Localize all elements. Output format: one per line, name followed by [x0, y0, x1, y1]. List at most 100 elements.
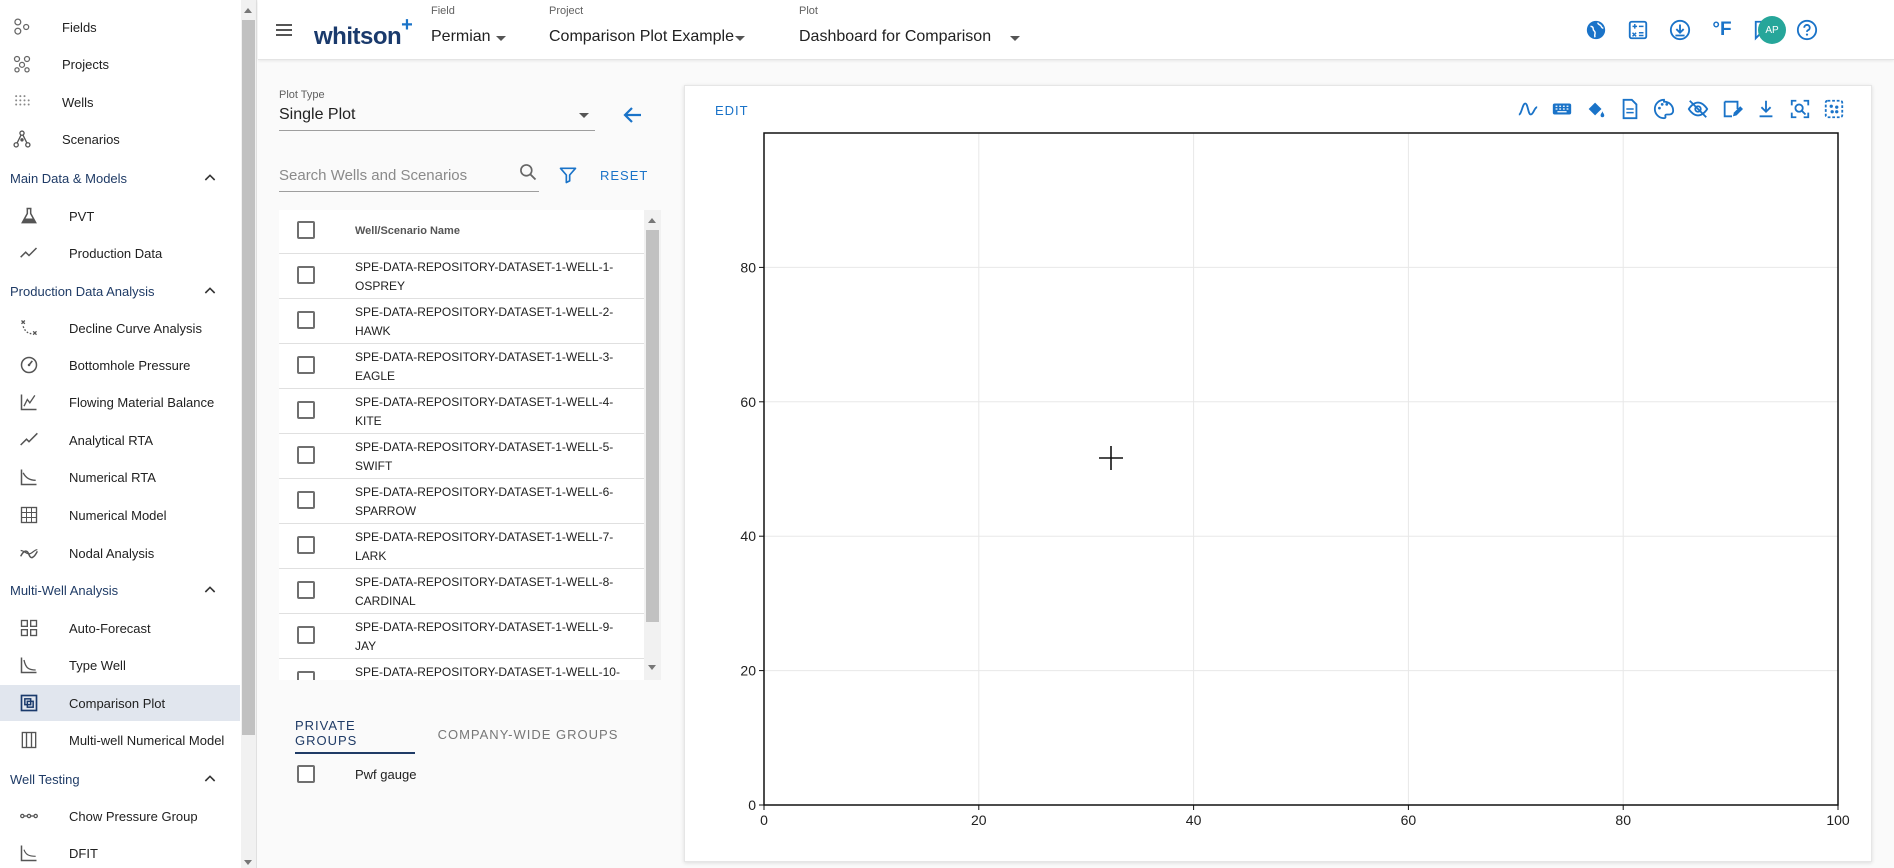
curve-icon[interactable] — [1516, 97, 1540, 121]
table-row[interactable]: SPE-DATA-REPOSITORY-DATASET-1-WELL-9-JAY — [279, 614, 644, 659]
select-all-checkbox[interactable] — [297, 221, 315, 239]
section-main-data-models[interactable]: Main Data & Models — [0, 163, 240, 193]
chevron-up-icon[interactable] — [202, 771, 218, 787]
table-row[interactable]: SPE-DATA-REPOSITORY-DATASET-1-WELL-4-KIT… — [279, 389, 644, 434]
table-row[interactable]: SPE-DATA-REPOSITORY-DATASET-1-WELL-10- — [279, 659, 644, 680]
sidebar-item-flowing-material-balance[interactable]: Flowing Material Balance — [0, 384, 240, 420]
row-checkbox[interactable] — [297, 311, 315, 329]
chevron-up-icon[interactable] — [202, 582, 218, 598]
table-row[interactable]: SPE-DATA-REPOSITORY-DATASET-1-WELL-8-CAR… — [279, 569, 644, 614]
search-icon[interactable] — [518, 162, 538, 182]
table-row[interactable]: SPE-DATA-REPOSITORY-DATASET-1-WELL-2-HAW… — [279, 299, 644, 344]
reset-button[interactable]: RESET — [600, 168, 648, 183]
edit-button[interactable]: EDIT — [715, 103, 749, 118]
scrollbar-thumb[interactable] — [242, 20, 255, 735]
row-checkbox[interactable] — [297, 401, 315, 419]
chevron-up-icon[interactable] — [202, 283, 218, 299]
table-scrollbar[interactable] — [644, 210, 661, 680]
table-row[interactable]: SPE-DATA-REPOSITORY-DATASET-1-WELL-7-LAR… — [279, 524, 644, 569]
comparison-plot-icon — [18, 692, 40, 714]
calculator-icon[interactable] — [1626, 18, 1650, 42]
avatar[interactable]: AP — [1758, 16, 1786, 44]
menu-icon[interactable] — [274, 20, 294, 40]
section-well-testing[interactable]: Well Testing — [0, 764, 240, 794]
table-row[interactable]: SPE-DATA-REPOSITORY-DATASET-1-WELL-5-SWI… — [279, 434, 644, 479]
tab-company-wide-groups[interactable]: COMPANY-WIDE GROUPS — [433, 714, 623, 754]
row-checkbox[interactable] — [297, 536, 315, 554]
sidebar-scrollbar[interactable] — [241, 0, 256, 868]
tab-private-groups[interactable]: PRIVATE GROUPS — [295, 714, 415, 754]
sidebar-item-dfit[interactable]: DFIT — [0, 835, 240, 868]
sidebar-item-wells[interactable]: Wells — [0, 84, 240, 120]
sidebar-item-projects[interactable]: Projects — [0, 46, 240, 82]
project-selector[interactable]: Project Comparison Plot Example — [549, 4, 749, 54]
download-circle-icon[interactable] — [1668, 18, 1692, 42]
row-checkbox[interactable] — [297, 671, 315, 680]
well-name: SPE-DATA-REPOSITORY-DATASET-1-WELL-6-SPA… — [355, 485, 614, 518]
row-checkbox[interactable] — [297, 491, 315, 509]
table-row[interactable]: SPE-DATA-REPOSITORY-DATASET-1-WELL-6-SPA… — [279, 479, 644, 524]
well-name: SPE-DATA-REPOSITORY-DATASET-1-WELL-10- — [355, 665, 620, 679]
row-checkbox[interactable] — [297, 266, 315, 284]
download-icon[interactable] — [1754, 97, 1778, 121]
sidebar-item-fields[interactable]: Fields — [0, 9, 240, 45]
sidebar-item-production-data[interactable]: Production Data — [0, 235, 240, 271]
scroll-up-arrow-icon[interactable] — [648, 218, 656, 223]
list-item[interactable]: Pwf gauge — [279, 762, 661, 786]
chevron-up-icon[interactable] — [202, 170, 218, 186]
fill-color-icon[interactable] — [1584, 97, 1608, 121]
table-row[interactable]: SPE-DATA-REPOSITORY-DATASET-1-WELL-1-OSP… — [279, 254, 644, 299]
sidebar-item-bottomhole-pressure[interactable]: Bottomhole Pressure — [0, 347, 240, 383]
scroll-up-arrow-icon[interactable] — [244, 8, 252, 13]
sidebar-item-auto-forecast[interactable]: Auto-Forecast — [0, 610, 240, 646]
sidebar-item-type-well[interactable]: Type Well — [0, 647, 240, 683]
comparison-chart[interactable]: 0 20 40 60 80 100 0 20 40 60 80 — [685, 86, 1873, 863]
help-icon[interactable] — [1795, 18, 1819, 42]
globe-icon[interactable] — [1584, 18, 1608, 42]
sidebar-item-chow-pressure-group[interactable]: Chow Pressure Group — [0, 798, 240, 834]
sidebar-item-label: Numerical Model — [69, 507, 167, 523]
row-checkbox[interactable] — [297, 626, 315, 644]
chow-pressure-icon — [18, 805, 40, 827]
section-production-data-analysis[interactable]: Production Data Analysis — [0, 276, 240, 306]
scroll-down-arrow-icon[interactable] — [648, 665, 656, 670]
search-input[interactable] — [279, 160, 539, 192]
sidebar-item-nodal-analysis[interactable]: Nodal Analysis — [0, 535, 240, 571]
filter-icon[interactable] — [558, 165, 578, 185]
sidebar-item-multi-well-numerical-model[interactable]: Multi-well Numerical Model — [0, 722, 240, 758]
plot-type-select[interactable]: Plot Type Single Plot — [279, 86, 595, 131]
arrow-back-icon[interactable] — [621, 103, 645, 127]
row-checkbox[interactable] — [297, 446, 315, 464]
app-logo[interactable]: whitson+ — [314, 14, 413, 51]
well-name: SPE-DATA-REPOSITORY-DATASET-1-WELL-5-SWI… — [355, 440, 614, 473]
row-checkbox[interactable] — [297, 581, 315, 599]
sidebar-item-numerical-model[interactable]: Numerical Model — [0, 497, 240, 533]
temperature-unit-icon[interactable]: °F — [1710, 18, 1734, 42]
sidebar-item-pvt[interactable]: PVT — [0, 198, 240, 234]
sidebar-item-scenarios[interactable]: Scenarios — [0, 121, 240, 157]
palette-icon[interactable] — [1652, 97, 1676, 121]
scatter-select-icon[interactable] — [1822, 97, 1846, 121]
sidebar-item-comparison-plot[interactable]: Comparison Plot — [0, 685, 240, 721]
document-icon[interactable] — [1618, 97, 1642, 121]
group-checkbox[interactable] — [297, 765, 315, 783]
field-label: Field — [431, 5, 455, 17]
section-title: Main Data & Models — [10, 170, 128, 186]
sidebar-item-label: DFIT — [69, 845, 98, 861]
sidebar-item-decline-curve-analysis[interactable]: Decline Curve Analysis — [0, 310, 240, 346]
keyboard-icon[interactable] — [1550, 97, 1574, 121]
field-selector[interactable]: Field Permian — [431, 4, 511, 54]
row-checkbox[interactable] — [297, 356, 315, 374]
hide-icon[interactable] — [1686, 97, 1710, 121]
plot-selector[interactable]: Plot Dashboard for Comparison — [799, 4, 1029, 54]
edit-note-icon[interactable] — [1720, 97, 1744, 121]
table-row[interactable]: SPE-DATA-REPOSITORY-DATASET-1-WELL-3-EAG… — [279, 344, 644, 389]
sidebar-item-analytical-rta[interactable]: Analytical RTA — [0, 422, 240, 458]
scrollbar-thumb[interactable] — [646, 230, 659, 622]
sidebar-item-label: Projects — [62, 56, 109, 72]
zoom-fit-icon[interactable] — [1788, 97, 1812, 121]
sidebar-item-numerical-rta[interactable]: Numerical RTA — [0, 459, 240, 495]
scroll-down-arrow-icon[interactable] — [244, 860, 252, 865]
sidebar-item-label: Nodal Analysis — [69, 545, 155, 561]
section-multi-well-analysis[interactable]: Multi-Well Analysis — [0, 575, 240, 605]
